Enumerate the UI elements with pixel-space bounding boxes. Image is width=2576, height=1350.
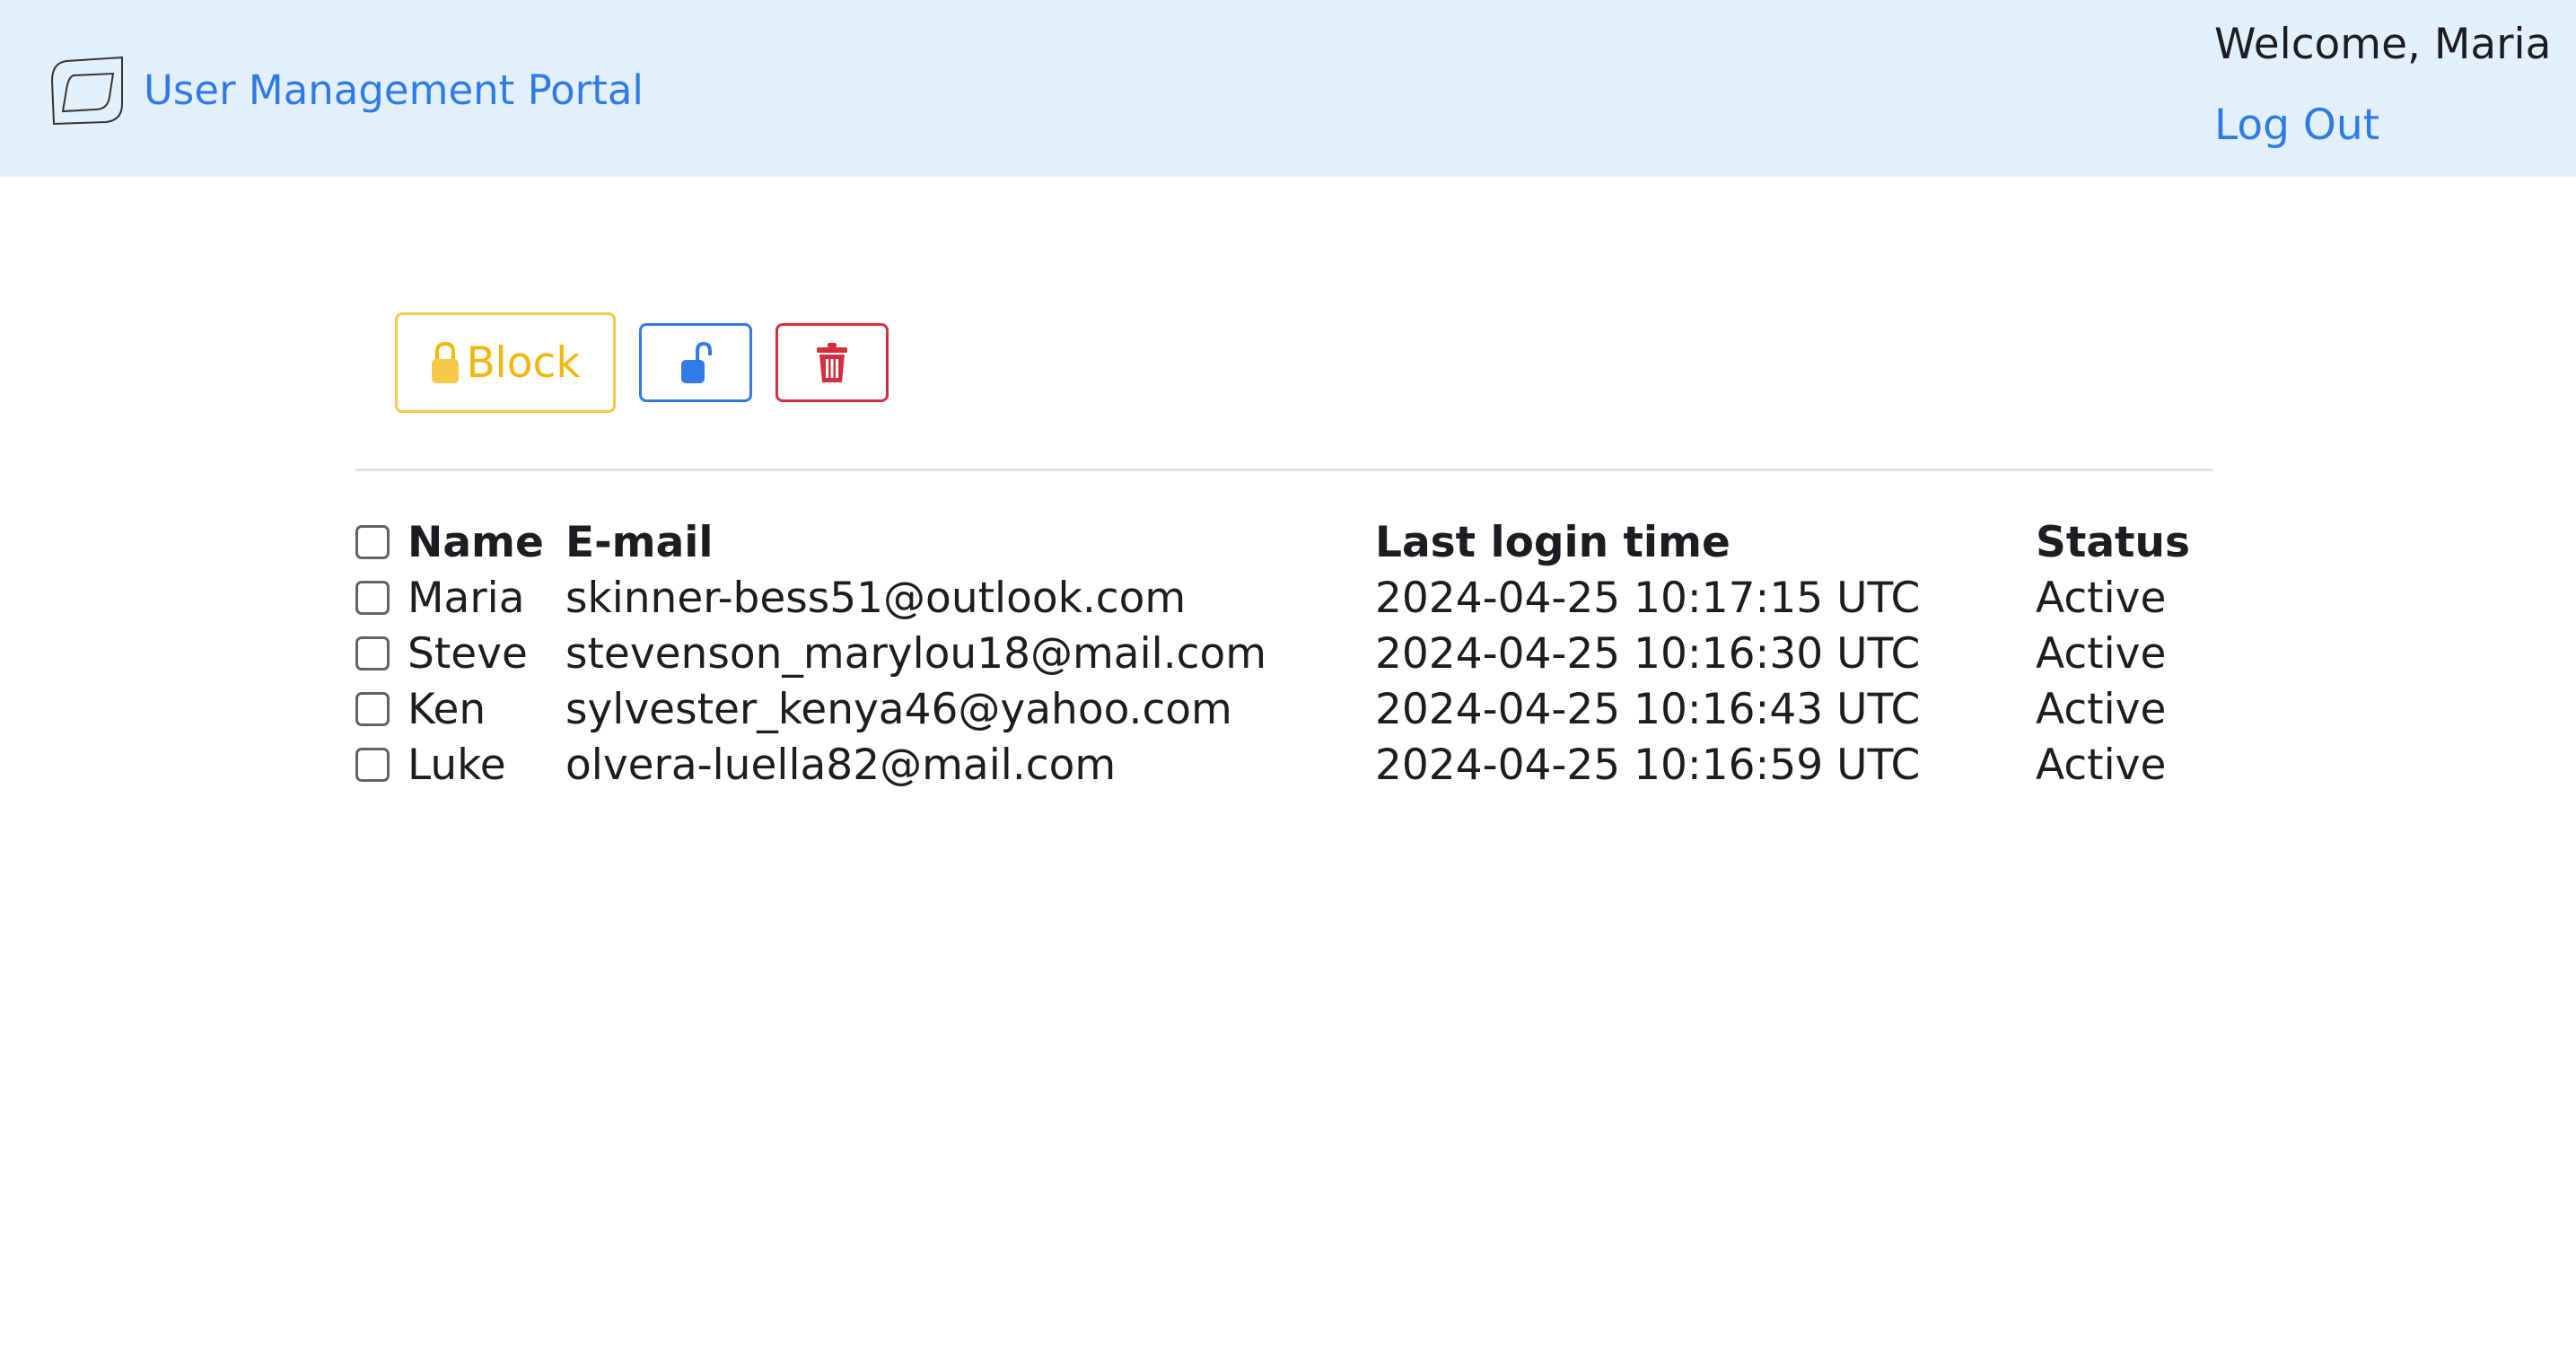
logout-link[interactable]: Log Out <box>2214 93 2379 158</box>
user-last-login: 2024-04-25 10:16:30 UTC <box>1375 629 1921 679</box>
user-email: olvera-luella82@mail.com <box>565 741 1117 790</box>
user-status: Active <box>2036 629 2167 679</box>
welcome-text: Welcome, Maria <box>2214 20 2552 69</box>
block-button-label: Block <box>466 338 581 388</box>
table-row: Steve stevenson_marylou18@mail.com 2024-… <box>355 627 2215 682</box>
user-status: Active <box>2036 574 2167 623</box>
leaf-logo-icon <box>50 56 123 126</box>
unblock-button[interactable] <box>639 323 752 402</box>
table-row: Ken sylvester_kenya46@yahoo.com 2024-04-… <box>355 682 2215 738</box>
select-all-cell <box>355 515 407 571</box>
row-select-cell <box>355 682 407 738</box>
header-last-login: Last login time <box>1375 518 1730 567</box>
delete-button[interactable] <box>775 323 889 402</box>
user-status: Active <box>2036 741 2167 790</box>
header-status: Status <box>2036 518 2190 567</box>
table-header-row: Name E-mail Last login time Status <box>355 515 2215 571</box>
row-checkbox[interactable] <box>355 580 390 615</box>
header-email: E-mail <box>565 518 714 567</box>
table-row: Luke olvera-luella82@mail.com 2024-04-25… <box>355 738 2215 793</box>
user-last-login: 2024-04-25 10:16:59 UTC <box>1375 741 1921 790</box>
user-name: Ken <box>407 685 486 734</box>
action-toolbar: Block <box>395 312 889 413</box>
user-name: Maria <box>407 574 525 623</box>
user-name: Steve <box>407 629 528 679</box>
row-select-cell <box>355 738 407 793</box>
brand-title: User Management Portal <box>144 66 644 114</box>
table-row: Maria skinner-bess51@outlook.com 2024-04… <box>355 571 2215 627</box>
row-select-cell <box>355 571 407 627</box>
user-last-login: 2024-04-25 10:17:15 UTC <box>1375 574 1921 623</box>
user-name: Luke <box>407 741 506 790</box>
user-last-login: 2024-04-25 10:16:43 UTC <box>1375 685 1921 734</box>
select-all-checkbox[interactable] <box>355 524 390 559</box>
toolbar-divider <box>355 469 2213 471</box>
user-area: Welcome, Maria Log Out <box>2214 13 2555 158</box>
user-email: stevenson_marylou18@mail.com <box>565 629 1267 679</box>
unlock-icon <box>681 341 712 383</box>
row-checkbox[interactable] <box>355 691 390 726</box>
header-name: Name <box>407 518 544 567</box>
row-select-cell <box>355 627 407 682</box>
row-checkbox[interactable] <box>355 636 390 671</box>
top-navbar: User Management Portal Welcome, Maria Lo… <box>0 0 2576 177</box>
trash-icon <box>817 343 847 382</box>
lock-icon <box>432 341 460 383</box>
user-email: sylvester_kenya46@yahoo.com <box>565 685 1232 734</box>
user-status: Active <box>2036 685 2167 734</box>
user-email: skinner-bess51@outlook.com <box>565 574 1187 623</box>
users-table: Name E-mail Last login time Status Maria… <box>355 515 2215 793</box>
brand-link[interactable]: User Management Portal <box>47 54 644 126</box>
row-checkbox[interactable] <box>355 747 390 782</box>
block-button[interactable]: Block <box>395 312 616 413</box>
